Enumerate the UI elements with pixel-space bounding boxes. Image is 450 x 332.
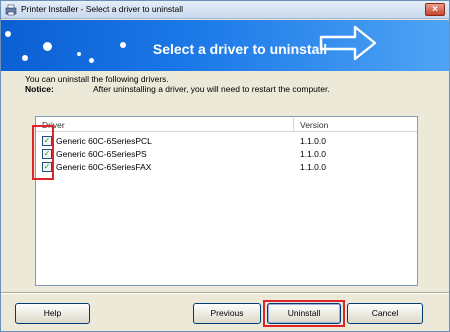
title-bar[interactable]: Printer Installer - Select a driver to u… [1, 1, 449, 19]
driver-name: Generic 60C-6SeriesPCL [56, 136, 152, 146]
footer-divider [1, 292, 449, 294]
printer-app-icon [5, 4, 17, 16]
list-item[interactable]: ✓ Generic 60C-6SeriesPS 1.1.0.0 [36, 148, 417, 161]
driver-version: 1.1.0.0 [300, 162, 326, 172]
banner-title: Select a driver to uninstall [152, 41, 328, 57]
column-divider[interactable] [293, 118, 294, 131]
close-button[interactable]: × [425, 3, 445, 16]
column-header-version[interactable]: Version [300, 120, 328, 130]
driver-version: 1.1.0.0 [300, 136, 326, 146]
list-item[interactable]: ✓ Generic 60C-6SeriesFAX 1.1.0.0 [36, 161, 417, 174]
header-banner: Select a driver to uninstall [1, 20, 449, 71]
list-item[interactable]: ✓ Generic 60C-6SeriesPCL 1.1.0.0 [36, 135, 417, 148]
driver-name: Generic 60C-6SeriesFAX [56, 162, 152, 172]
intro-text: You can uninstall the following drivers. [25, 74, 169, 84]
notice-label: Notice: [25, 84, 54, 94]
help-button[interactable]: Help [15, 303, 90, 324]
driver-version: 1.1.0.0 [300, 149, 326, 159]
decorative-dot [89, 58, 94, 63]
list-header: Driver Version [36, 117, 417, 132]
checkbox-highlight-annotation [32, 125, 54, 180]
notice-text: After uninstalling a driver, you will ne… [93, 84, 330, 94]
driver-name: Generic 60C-6SeriesPS [56, 149, 147, 159]
uninstall-highlight-annotation [263, 300, 345, 327]
window-title: Printer Installer - Select a driver to u… [21, 4, 184, 14]
decorative-dot [5, 31, 11, 37]
previous-button[interactable]: Previous [193, 303, 261, 324]
installer-window: Printer Installer - Select a driver to u… [0, 0, 450, 332]
driver-list[interactable]: Driver Version ✓ Generic 60C-6SeriesPCL … [35, 116, 418, 286]
cancel-button[interactable]: Cancel [347, 303, 423, 324]
